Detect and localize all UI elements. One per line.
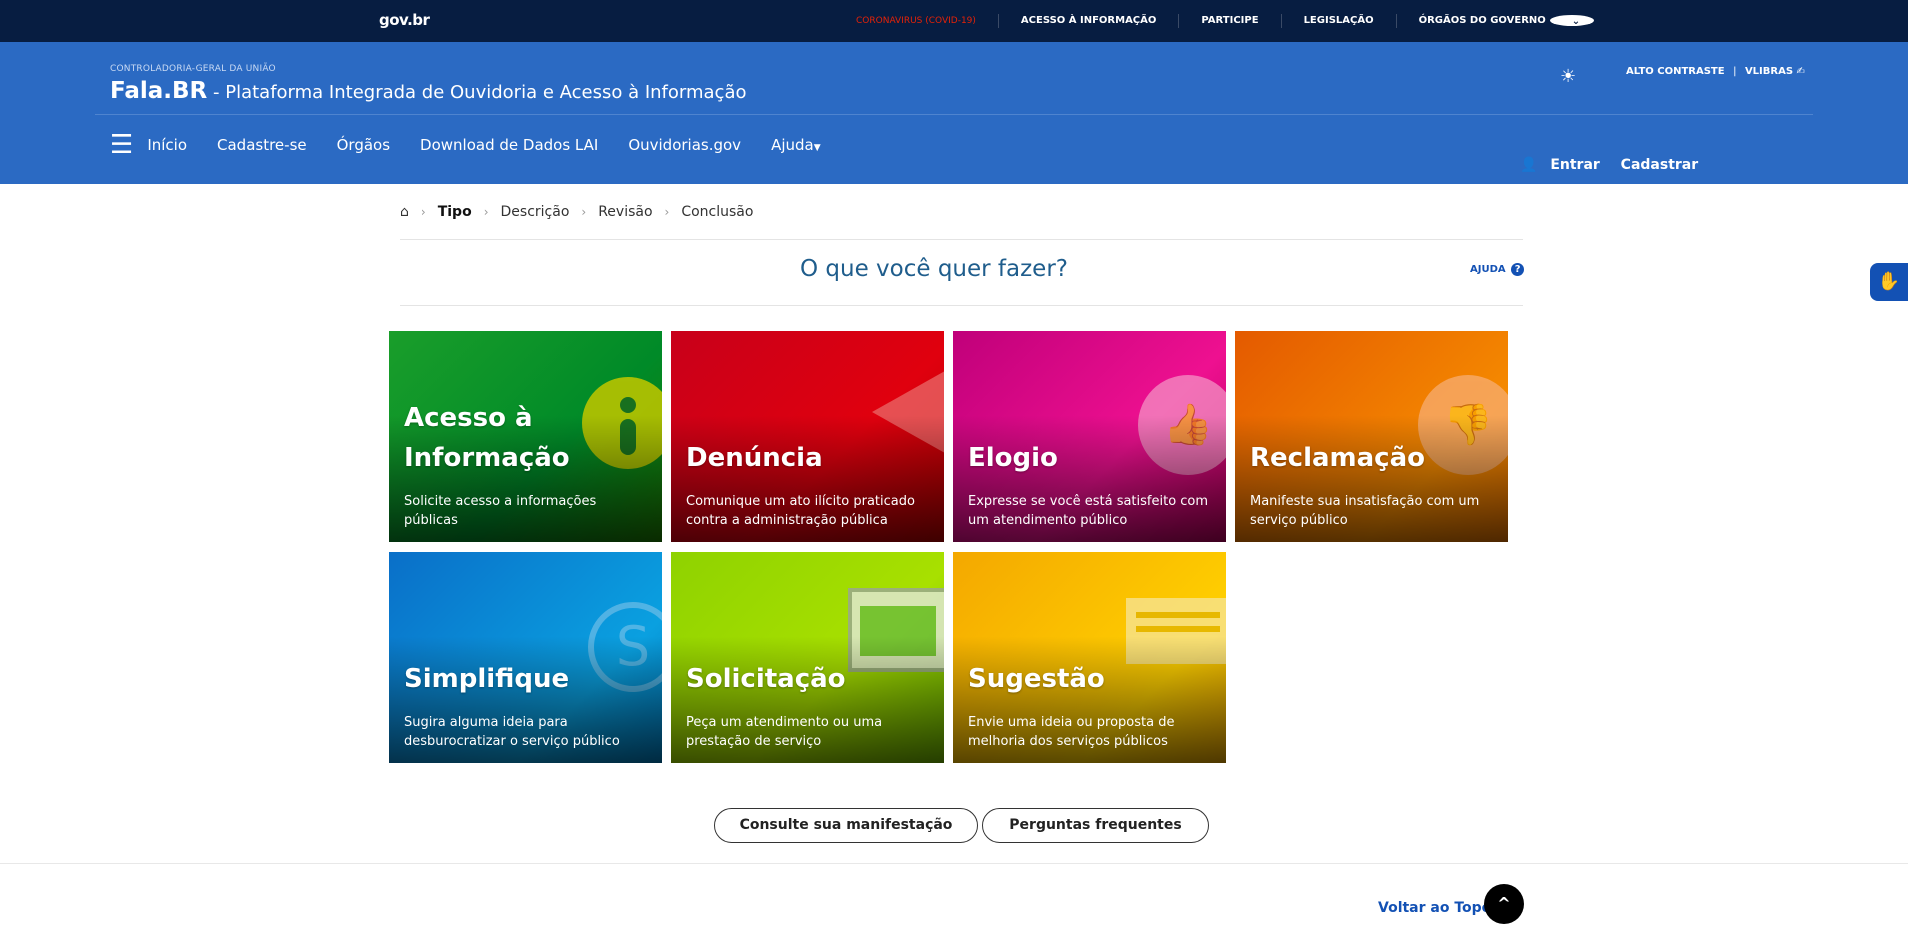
breadcrumb-separator: ›: [420, 205, 426, 219]
footer-divider: [0, 863, 1908, 864]
participe-link[interactable]: PARTICIPE: [1179, 14, 1282, 28]
caret-down-icon: ▼: [813, 143, 821, 153]
tile-solicitacao[interactable]: Solicitação Peça um atendimento ou uma p…: [671, 552, 944, 763]
tile-title: Acesso à Informação: [404, 403, 570, 473]
tile-elogio[interactable]: 👍 Elogio Expresse se você está satisfeit…: [953, 331, 1226, 542]
site-title[interactable]: Fala.BR - Plataforma Integrada de Ouvido…: [110, 78, 747, 104]
breadcrumb-descricao: Descrição: [500, 204, 570, 220]
tile-title: Sugestão: [968, 664, 1105, 694]
chevron-down-icon: ⌄: [1549, 14, 1594, 27]
tile-reclamacao[interactable]: 👎 Reclamação Manifeste sua insatisfação …: [1235, 331, 1508, 542]
breadcrumb-separator: ›: [581, 205, 587, 219]
brand-name: Fala.BR: [110, 78, 208, 104]
covid-link[interactable]: CORONAVIRUS (COVID-19): [840, 14, 999, 28]
gov-top-bar: gov.br CORONAVIRUS (COVID-19) ACESSO À I…: [0, 0, 1908, 42]
nav-cadastre-se[interactable]: Cadastre-se: [217, 136, 307, 154]
home-icon[interactable]: ⌂: [400, 204, 409, 220]
consult-manifestation-button[interactable]: Consulte sua manifestação: [714, 808, 978, 843]
back-to-top-link[interactable]: Voltar ao Topo: [1378, 900, 1491, 916]
tile-description: Envie uma ideia ou proposta de melhoria …: [968, 715, 1175, 749]
nav-ajuda-label: Ajuda: [771, 136, 814, 154]
help-label: AJUDA: [1470, 264, 1506, 275]
orgaos-governo-label: ÓRGÃOS DO GOVERNO: [1418, 15, 1546, 26]
tile-description: Sugira alguma ideia para desburocratizar…: [404, 715, 620, 749]
login-link[interactable]: 👤 Entrar: [1520, 157, 1608, 173]
tile-title: Elogio: [968, 443, 1058, 473]
site-subtitle: - Plataforma Integrada de Ouvidoria e Ac…: [207, 82, 747, 103]
accessibility-links: ALTO CONTRASTE | VLIBRAS ✍: [1626, 66, 1805, 77]
vlibras-link[interactable]: VLIBRAS: [1745, 66, 1793, 77]
main-nav: ☰ Início Cadastre-se Órgãos Download de …: [110, 132, 851, 158]
breadcrumb-separator: ›: [483, 205, 489, 219]
login-label: Entrar: [1550, 157, 1600, 173]
tile-denuncia[interactable]: Denúncia Comunique um ato ilícito pratic…: [671, 331, 944, 542]
tile-description: Expresse se você está satisfeito com um …: [968, 494, 1209, 528]
tile-simplifique[interactable]: S Simplifique Sugira alguma ideia para d…: [389, 552, 662, 763]
page-question: O que você quer fazer?: [799, 256, 1068, 282]
user-icon: 👤: [1520, 157, 1538, 173]
hand-icon: ✍: [1796, 66, 1805, 77]
tile-title: Simplifique: [404, 664, 570, 694]
nav-orgaos[interactable]: Órgãos: [337, 136, 390, 154]
header-divider: [95, 114, 1813, 115]
breadcrumb-tipo: Tipo: [437, 204, 472, 220]
gov-links: CORONAVIRUS (COVID-19) ACESSO À INFORMAÇ…: [840, 0, 1616, 42]
tile-title: Solicitação: [686, 664, 846, 694]
nav-download-dados[interactable]: Download de Dados LAI: [420, 136, 598, 154]
divider: [400, 239, 1523, 240]
tile-title: Denúncia: [686, 443, 823, 473]
acesso-informacao-link[interactable]: ACESSO À INFORMAÇÃO: [999, 14, 1180, 28]
tile-description: Solicite acesso a informações públicas: [404, 494, 597, 528]
legislacao-link[interactable]: LEGISLAÇÃO: [1282, 14, 1397, 28]
high-contrast-link[interactable]: ALTO CONTRASTE: [1626, 66, 1725, 77]
org-name: CONTROLADORIA-GERAL DA UNIÃO: [110, 64, 276, 74]
tile-title: Reclamação: [1250, 443, 1425, 473]
back-to-top-button[interactable]: ^: [1484, 884, 1524, 924]
breadcrumb-conclusao: Conclusão: [681, 204, 754, 220]
breadcrumb-revisao: Revisão: [598, 204, 653, 220]
tile-acesso-informacao[interactable]: Acesso à Informação Solicite acesso a in…: [389, 331, 662, 542]
theme-toggle-icon[interactable]: ☀: [1560, 66, 1576, 87]
nav-ajuda[interactable]: Ajuda▼: [771, 136, 821, 154]
govbr-logo[interactable]: gov.br: [379, 11, 430, 29]
faq-button[interactable]: Perguntas frequentes: [982, 808, 1209, 843]
divider: [400, 305, 1523, 306]
question-icon: ?: [1511, 263, 1525, 276]
orgaos-governo-link[interactable]: ÓRGÃOS DO GOVERNO ⌄: [1397, 14, 1616, 28]
tile-description: Comunique um ato ilícito praticado contr…: [686, 494, 915, 528]
breadcrumb-separator: ›: [664, 205, 670, 219]
breadcrumb: ⌂ › Tipo › Descrição › Revisão › Conclus…: [400, 204, 753, 220]
nav-ouvidorias[interactable]: Ouvidorias.gov: [628, 136, 741, 154]
nav-inicio[interactable]: Início: [147, 136, 187, 154]
tile-description: Peça um atendimento ou uma prestação de …: [686, 715, 883, 749]
tile-sugestao[interactable]: Sugestão Envie uma ideia ou proposta de …: [953, 552, 1226, 763]
menu-icon[interactable]: ☰: [110, 132, 133, 158]
vlibras-widget-icon[interactable]: ✋: [1870, 263, 1908, 301]
site-header: CONTROLADORIA-GERAL DA UNIÃO Fala.BR - P…: [0, 42, 1908, 184]
help-link[interactable]: AJUDA ?: [1470, 263, 1525, 276]
register-link[interactable]: Cadastrar: [1621, 157, 1698, 173]
auth-links: 👤 Entrar Cadastrar: [1520, 157, 1706, 173]
tile-description: Manifeste sua insatisfação com um serviç…: [1250, 494, 1480, 528]
separator: |: [1733, 66, 1737, 77]
